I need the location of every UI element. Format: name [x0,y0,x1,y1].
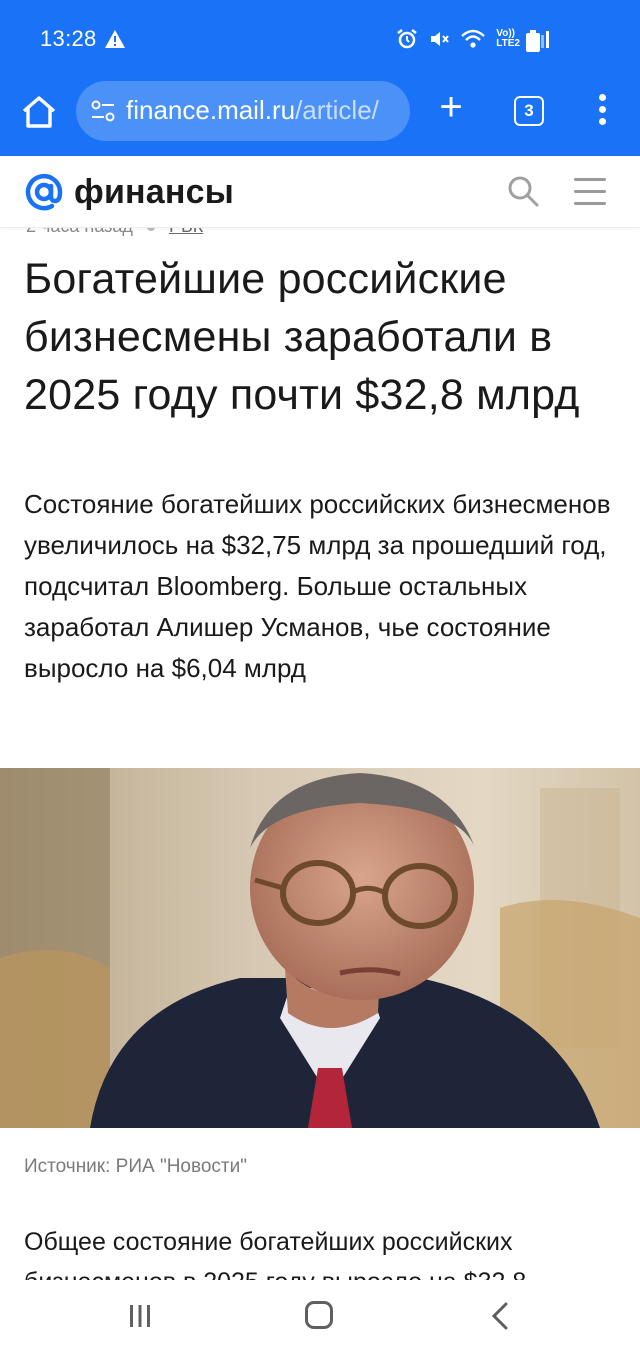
article-photo[interactable] [0,768,640,1128]
site-settings-icon[interactable] [90,98,116,124]
warning-icon [105,30,125,48]
new-tab-button[interactable]: + [434,87,468,127]
battery-icon [526,30,540,52]
alarm-icon [397,29,418,49]
site-header: финансы [0,156,640,228]
browser-toolbar: finance.mail.ru/article/ + 3 [0,78,640,154]
mute-icon [431,32,450,46]
portrait-illustration [0,768,640,1128]
recent-apps-icon[interactable] [128,1304,152,1328]
lte-icon: Vo)) LTE2 [496,28,520,49]
android-navigation-bar [0,1280,640,1352]
url-host: finance.mail.ru [126,95,296,125]
home-icon[interactable] [18,91,60,133]
tabs-button[interactable]: 3 [514,96,544,126]
menu-hamburger-icon[interactable] [574,178,606,206]
article-headline: Богатейшие российские бизнесмены заработ… [24,255,580,419]
site-logo[interactable]: финансы [24,170,234,214]
site-brand: финансы [74,172,234,211]
mail-at-logo-icon [25,173,63,211]
article-lead: Состояние богатейших российских бизнесме… [24,489,611,683]
photo-caption: Источник: РИА "Новости" [24,1156,247,1177]
browser-menu-icon[interactable] [596,94,608,128]
search-icon[interactable] [506,174,540,208]
wifi-icon [461,29,486,48]
home-nav-icon[interactable] [305,1301,333,1329]
back-icon[interactable] [488,1302,512,1330]
url-path: /article/ [295,95,379,125]
status-bar: 13:28 Vo)) LTE2 [0,0,640,78]
browser-chrome: 13:28 Vo)) LTE2 finance.mail.ru/article/… [0,0,640,156]
url-text: finance.mail.ru/article/ [126,95,402,126]
status-time: 13:28 [40,26,97,51]
address-bar[interactable]: finance.mail.ru/article/ [76,81,410,141]
article-body-paragraph: Общее состояние богатейших российских би… [24,1228,527,1286]
